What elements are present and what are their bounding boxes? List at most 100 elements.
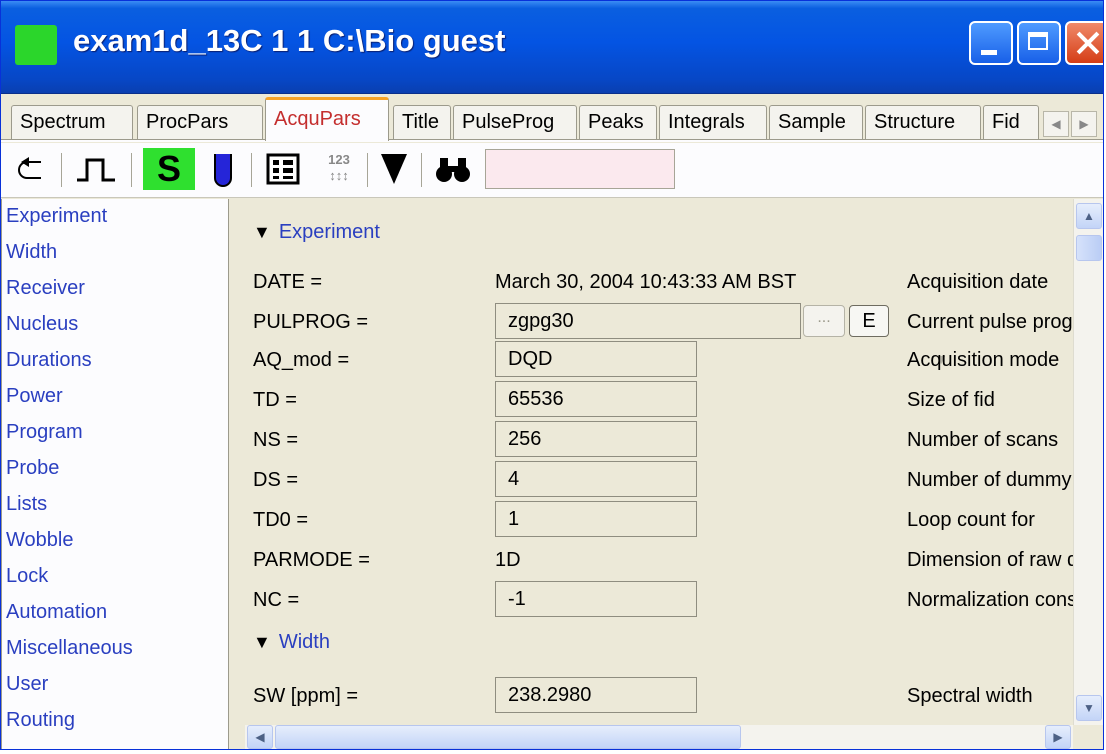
tab-divider — [1, 139, 1103, 142]
tab-fid[interactable]: Fid — [983, 105, 1039, 139]
sidebar-item-routing[interactable]: Routing — [6, 709, 75, 732]
tab-scroll-buttons: ◀ ▶ — [1043, 111, 1101, 137]
scroll-up-button[interactable]: ▲ — [1076, 203, 1102, 229]
horizontal-scroll-thumb[interactable] — [275, 725, 741, 749]
sidebar-item-nucleus[interactable]: Nucleus — [6, 313, 78, 336]
tab-strip: Spectrum ProcPars AcquPars Title PulsePr… — [1, 93, 1103, 143]
param-desc-nc: Normalization constant — [907, 589, 1079, 611]
sidebar-item-miscellaneous[interactable]: Miscellaneous — [6, 637, 133, 660]
toolbar-separator — [131, 153, 132, 187]
param-value-date: March 30, 2004 10:43:33 AM BST — [495, 271, 797, 293]
param-desc-parmode: Dimension of raw data — [907, 549, 1079, 571]
scroll-down-button[interactable]: ▼ — [1076, 695, 1102, 721]
tab-pulseprog[interactable]: PulseProg — [453, 105, 577, 139]
maximize-button[interactable] — [1017, 21, 1061, 65]
param-desc-sw: Spectral width — [907, 685, 1033, 707]
parameter-panel: ▼ Experiment DATE = March 30, 2004 10:43:… — [231, 199, 1103, 749]
param-desc-ns: Number of scans — [907, 429, 1059, 451]
param-desc-aqmod: Acquisition mode — [907, 349, 1060, 371]
param-desc-ds: Number of dummy scans — [907, 469, 1079, 491]
collapse-triangle-icon: ▼ — [253, 222, 271, 242]
sidebar-item-probe[interactable]: Probe — [6, 457, 59, 480]
sidebar-item-automation[interactable]: Automation — [6, 601, 107, 624]
tab-scroll-right-button[interactable]: ▶ — [1071, 111, 1097, 137]
sidebar-item-experiment[interactable]: Experiment — [6, 205, 107, 228]
scroll-right-button[interactable]: ▶ — [1045, 725, 1071, 749]
sidebar-item-power[interactable]: Power — [6, 385, 63, 408]
toolbar-separator — [251, 153, 252, 187]
sidebar-item-lock[interactable]: Lock — [6, 565, 48, 588]
param-name-ds: DS = — [253, 469, 299, 491]
tab-acqupars[interactable]: AcquPars — [265, 97, 389, 141]
close-button[interactable] — [1065, 21, 1103, 65]
browse-button[interactable]: ... — [803, 305, 845, 337]
toolbar-separator — [421, 153, 422, 187]
tab-integrals[interactable]: Integrals — [659, 105, 767, 139]
tab-spectrum[interactable]: Spectrum — [11, 105, 133, 139]
param-name-aqmod: AQ_mod = — [253, 349, 350, 371]
param-field-ns[interactable]: 256 — [495, 421, 697, 457]
binoculars-icon[interactable] — [431, 148, 475, 190]
sidebar-item-lists[interactable]: Lists — [6, 493, 47, 516]
param-name-date: DATE = — [253, 271, 323, 293]
tab-peaks[interactable]: Peaks — [579, 105, 657, 139]
toolbar-separator — [61, 153, 62, 187]
collapse-triangle-icon: ▼ — [253, 632, 271, 652]
sidebar-item-receiver[interactable]: Receiver — [6, 277, 85, 300]
sidebar-item-width[interactable]: Width — [6, 241, 57, 264]
vertical-scroll-thumb[interactable] — [1076, 235, 1102, 261]
scroll-left-button[interactable]: ◀ — [247, 725, 273, 749]
sidebar-item-durations[interactable]: Durations — [6, 349, 92, 372]
dropdown-value: DQD — [508, 348, 553, 370]
tab-procpars[interactable]: ProcPars — [137, 105, 263, 139]
section-width-label: Width — [278, 631, 330, 653]
param-desc-pulprog: Current pulse program — [907, 311, 1079, 333]
param-field-td[interactable]: 65536 — [495, 381, 697, 417]
param-desc-date: Acquisition date — [907, 271, 1049, 293]
app-icon — [15, 25, 57, 65]
section-experiment-header[interactable]: ▼ Experiment — [253, 221, 380, 244]
param-field-nc[interactable]: -1 — [495, 581, 697, 617]
param-dropdown-aqmod[interactable]: DQD ▼ — [495, 341, 948, 377]
window-title: exam1d_13C 1 1 C:\Bio guest — [73, 23, 506, 58]
param-name-pulprog: PULPROG = — [253, 311, 369, 333]
param-name-td: TD = — [253, 389, 297, 411]
sidebar-item-wobble[interactable]: Wobble — [6, 529, 73, 552]
tab-structure[interactable]: Structure — [865, 105, 981, 139]
main-window: exam1d_13C 1 1 C:\Bio guest Spectrum Pro… — [0, 0, 1104, 750]
sidebar-item-program[interactable]: Program — [6, 421, 83, 444]
param-field-pulprog[interactable]: zgpg30 — [495, 303, 801, 339]
param-name-parmode: PARMODE = — [253, 549, 370, 571]
param-field-ds[interactable]: 4 — [495, 461, 697, 497]
tab-scroll-left-button[interactable]: ◀ — [1043, 111, 1069, 137]
s-button[interactable]: S — [143, 148, 195, 190]
param-field-td0[interactable]: 1 — [495, 501, 697, 537]
undo-icon[interactable] — [13, 148, 53, 190]
search-field[interactable] — [485, 149, 675, 189]
pulse-icon[interactable] — [71, 148, 121, 190]
edit-button[interactable]: E — [849, 305, 889, 337]
sidebar-item-user[interactable]: User — [6, 673, 48, 696]
section-experiment-label: Experiment — [278, 221, 380, 243]
toolbar-separator — [367, 153, 368, 187]
param-name-ns: NS = — [253, 429, 299, 451]
param-name-sw: SW [ppm] = — [253, 685, 359, 707]
horizontal-scrollbar[interactable]: ◀ ▶ — [245, 725, 1073, 749]
probe-icon[interactable] — [205, 148, 241, 190]
table-icon[interactable] — [263, 148, 303, 190]
param-desc-td0: Loop count for — [907, 509, 1035, 531]
vertical-scrollbar[interactable]: ▲ ▼ — [1073, 199, 1103, 725]
tab-title[interactable]: Title — [393, 105, 451, 139]
section-width-header[interactable]: ▼ Width — [253, 631, 330, 654]
minimize-button[interactable] — [969, 21, 1013, 65]
param-field-sw[interactable]: 238.2980 — [495, 677, 697, 713]
numbers-icon[interactable]: 123 ↕↕↕ — [319, 148, 359, 190]
title-bar[interactable]: exam1d_13C 1 1 C:\Bio guest — [1, 1, 1103, 94]
param-name-nc: NC = — [253, 589, 300, 611]
filter-icon[interactable] — [377, 148, 411, 190]
param-desc-td: Size of fid — [907, 389, 995, 411]
tab-sample[interactable]: Sample — [769, 105, 863, 139]
param-name-td0: TD0 = — [253, 509, 309, 531]
toolbar: S 123 ↕↕↕ — [1, 143, 1103, 198]
param-value-parmode: 1D — [495, 549, 521, 571]
